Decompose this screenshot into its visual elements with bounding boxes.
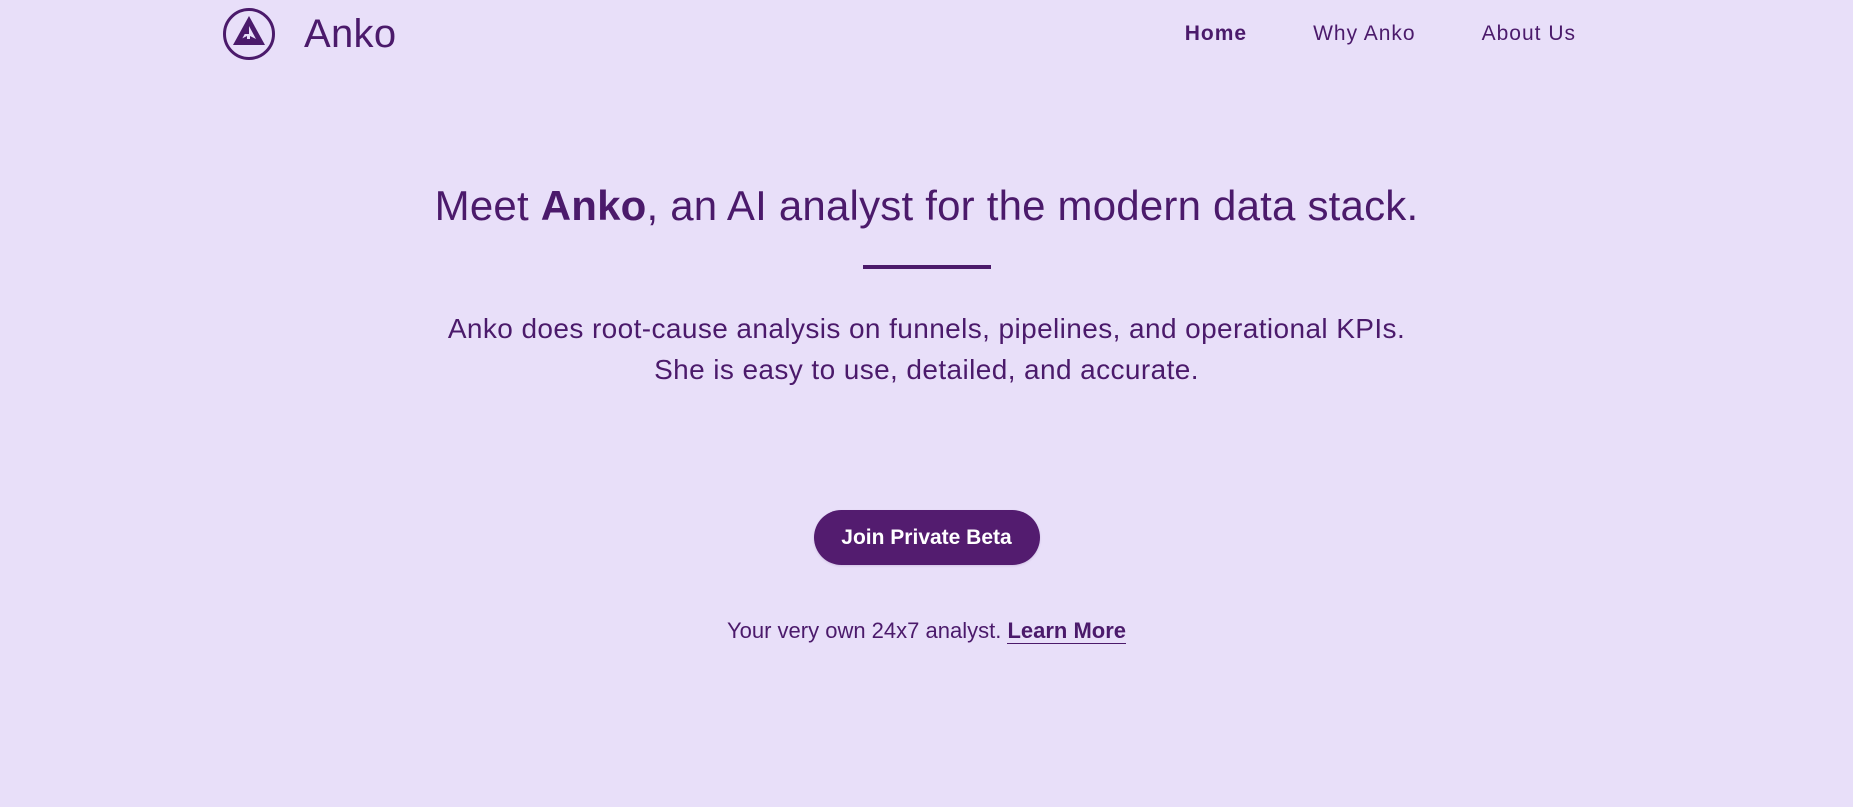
- hero-headline: Meet Anko, an AI analyst for the modern …: [0, 175, 1853, 237]
- cta-tagline: Your very own 24x7 analyst. Learn More: [0, 614, 1853, 648]
- nav-item-home[interactable]: Home: [1185, 20, 1247, 48]
- main-navigation: Home Why Anko About Us: [1185, 20, 1576, 48]
- hero-description-line-1: Anko does root-cause analysis on funnels…: [447, 313, 1406, 344]
- site-header: Anko Home Why Anko About Us: [0, 0, 1853, 70]
- learn-more-link[interactable]: Learn More: [1007, 618, 1127, 644]
- hero-description: Anko does root-cause analysis on funnels…: [327, 308, 1527, 390]
- hero-headline-brand: Anko: [540, 182, 647, 229]
- tagline-text: Your very own 24x7 analyst.: [726, 618, 1008, 643]
- hero-description-line-2: She is easy to use, detailed, and accura…: [654, 354, 1199, 385]
- join-private-beta-button[interactable]: Join Private Beta: [813, 510, 1040, 565]
- hero-divider: [862, 265, 991, 269]
- hero-headline-prefix: Meet: [434, 182, 541, 229]
- hero-headline-suffix: , an AI analyst for the modern data stac…: [646, 182, 1419, 229]
- nav-item-why-anko[interactable]: Why Anko: [1313, 20, 1416, 48]
- cta-section: Join Private Beta: [0, 510, 1853, 565]
- brand-name: Anko: [304, 12, 397, 56]
- brand-home-link[interactable]: Anko: [222, 7, 396, 61]
- hero-section: Meet Anko, an AI analyst for the modern …: [0, 175, 1853, 390]
- nav-item-about-us[interactable]: About Us: [1482, 20, 1576, 48]
- triangle-circle-logo-icon: [223, 8, 275, 60]
